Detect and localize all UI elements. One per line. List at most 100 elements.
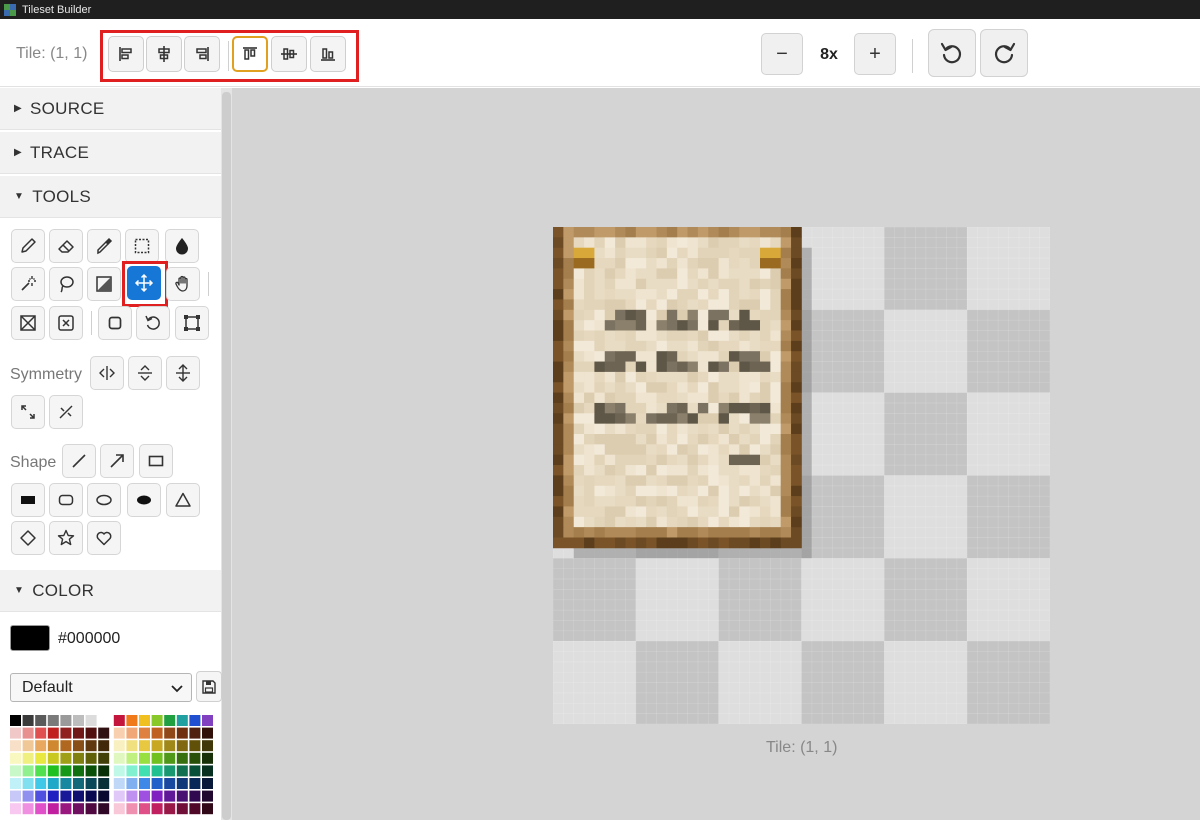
palette-swatch[interactable] [10,727,21,739]
palette-swatch[interactable] [139,752,150,764]
delete-selection-button[interactable] [49,306,83,340]
pencil-tool-button[interactable] [11,229,45,263]
palette-swatch[interactable] [35,803,47,815]
palette-swatch[interactable] [47,715,59,726]
pan-tool-button[interactable] [166,267,200,301]
palette-swatch[interactable] [10,740,21,752]
palette-swatch[interactable] [85,778,97,789]
shape-filled-rectangle-button[interactable] [11,483,45,517]
palette-swatch[interactable] [73,765,84,777]
palette-swatch[interactable] [47,727,59,739]
palette-swatch[interactable] [98,803,110,815]
align-left-button[interactable] [108,36,144,72]
palette-swatch[interactable] [113,803,125,815]
palette-swatch[interactable] [164,778,176,789]
fill-tool-button[interactable] [165,229,199,263]
palette-swatch[interactable] [60,790,72,802]
shape-filled-ellipse-button[interactable] [127,483,161,517]
shape-rounded-rectangle-button[interactable] [49,483,83,517]
section-trace-header[interactable]: ▶ TRACE [0,132,221,174]
palette-swatch[interactable] [47,740,59,752]
shape-ellipse-button[interactable] [87,483,121,517]
section-tools-header[interactable]: ▼ TOOLS [0,176,221,218]
palette-swatch[interactable] [85,715,97,726]
palette-swatch[interactable] [35,740,47,752]
section-source-header[interactable]: ▶ SOURCE [0,88,221,130]
palette-swatch[interactable] [164,740,176,752]
palette-swatch[interactable] [98,727,110,739]
zoom-in-button[interactable]: + [854,33,896,75]
palette-swatch[interactable] [10,765,21,777]
palette-swatch[interactable] [35,752,47,764]
palette-swatch[interactable] [126,778,138,789]
palette-swatch[interactable] [126,752,138,764]
palette-swatch[interactable] [85,803,97,815]
palette-swatch[interactable] [176,752,188,764]
palette-swatch[interactable] [22,715,34,726]
palette-swatch[interactable] [85,752,97,764]
eyedropper-tool-button[interactable] [87,229,121,263]
save-palette-button[interactable] [196,671,222,702]
lasso-tool-button[interactable] [49,267,83,301]
zoom-out-button[interactable]: − [761,33,803,75]
palette-swatch[interactable] [22,740,34,752]
palette-swatch[interactable] [35,778,47,789]
palette-swatch[interactable] [126,727,138,739]
palette-swatch[interactable] [10,778,21,789]
palette-swatch[interactable] [60,740,72,752]
palette-swatch[interactable] [22,765,34,777]
palette-swatch[interactable] [47,778,59,789]
shape-star-button[interactable] [49,521,83,555]
palette-swatch[interactable] [35,715,47,726]
palette-swatch[interactable] [60,715,72,726]
palette-swatch[interactable] [202,727,213,739]
palette-swatch[interactable] [113,765,125,777]
palette-swatch[interactable] [176,765,188,777]
palette-swatch[interactable] [85,790,97,802]
palette-swatch[interactable] [10,790,21,802]
palette-swatch[interactable] [47,803,59,815]
palette-swatch[interactable] [73,740,84,752]
palette-swatch[interactable] [10,752,21,764]
palette-swatch[interactable] [176,740,188,752]
palette-swatch[interactable] [73,715,84,726]
palette-swatch[interactable] [35,727,47,739]
palette-swatch[interactable] [98,740,110,752]
palette-swatch[interactable] [151,803,163,815]
palette-swatch[interactable] [151,715,163,726]
eraser-tool-button[interactable] [49,229,83,263]
palette-swatch[interactable] [202,790,213,802]
palette-swatch[interactable] [189,740,201,752]
palette-swatch[interactable] [60,803,72,815]
palette-swatch[interactable] [164,765,176,777]
undo-button[interactable] [928,29,976,77]
pixel-canvas[interactable] [553,227,1050,724]
palette-swatch[interactable] [151,727,163,739]
outline-tool-button[interactable] [98,306,132,340]
shape-heart-button[interactable] [87,521,121,555]
section-color-header[interactable]: ▼ COLOR [0,570,221,612]
palette-swatch[interactable] [164,803,176,815]
align-top-button[interactable] [232,36,268,72]
align-middle-button[interactable] [271,36,307,72]
palette-swatch[interactable] [73,790,84,802]
palette-swatch[interactable] [126,765,138,777]
canvas-area[interactable]: Tile: (1, 1) [232,88,1200,820]
palette-swatch[interactable] [126,790,138,802]
palette-swatch[interactable] [60,752,72,764]
palette-swatch[interactable] [139,727,150,739]
palette-swatch[interactable] [73,727,84,739]
palette-swatch[interactable] [202,715,213,726]
palette-swatch[interactable] [164,790,176,802]
palette-swatch[interactable] [126,803,138,815]
palette-swatch[interactable] [151,752,163,764]
palette-swatch[interactable] [126,740,138,752]
palette-swatch[interactable] [47,765,59,777]
palette-swatch[interactable] [85,765,97,777]
palette-swatch[interactable] [202,740,213,752]
palette-swatch[interactable] [85,740,97,752]
palette-swatch[interactable] [189,803,201,815]
palette-swatch[interactable] [126,715,138,726]
palette-swatch[interactable] [151,740,163,752]
align-right-button[interactable] [184,36,220,72]
